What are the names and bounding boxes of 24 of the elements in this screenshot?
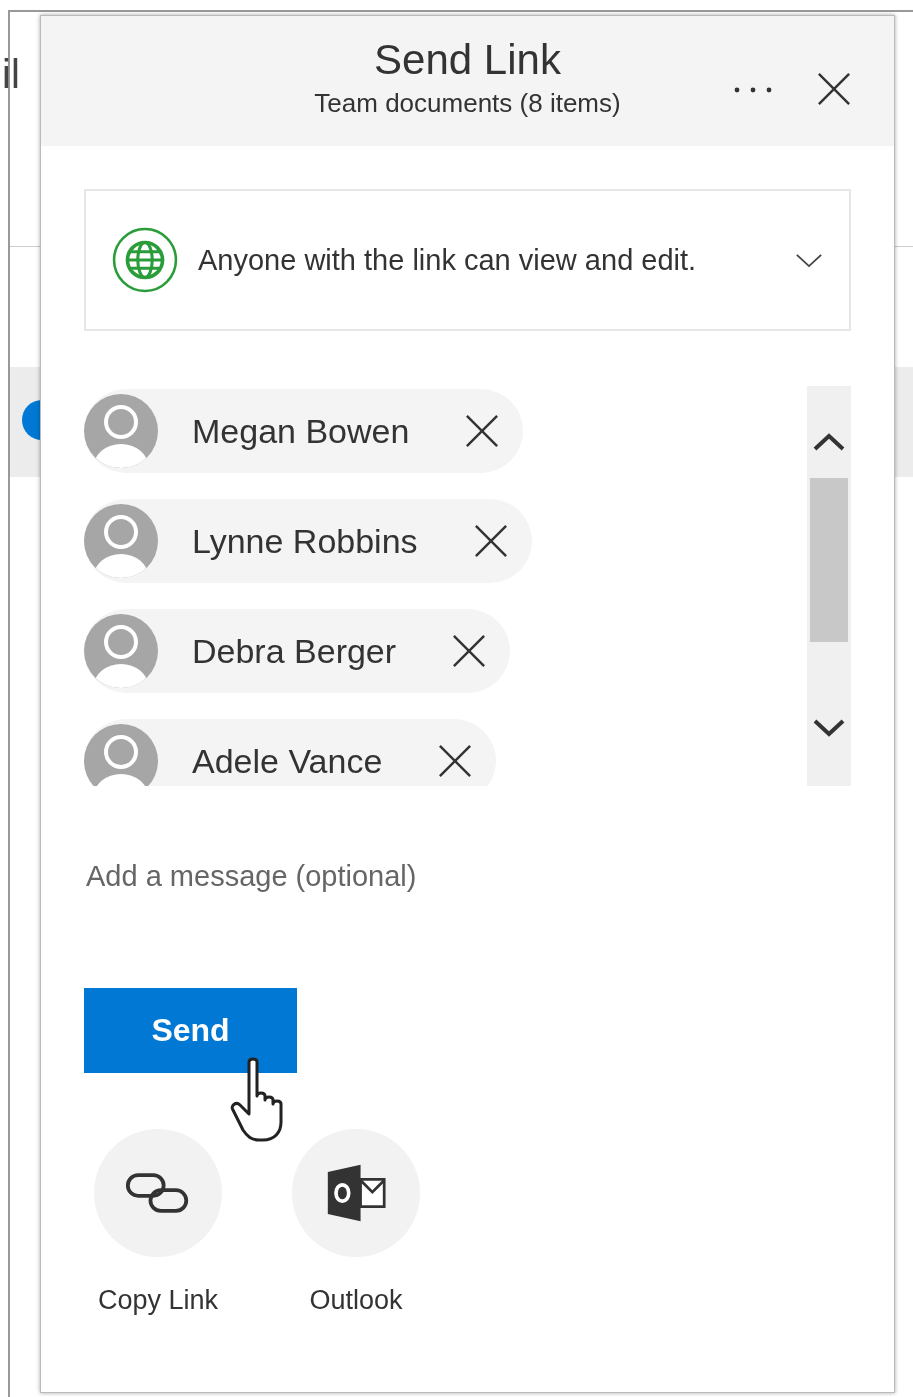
close-icon[interactable] <box>817 72 851 106</box>
remove-icon[interactable] <box>438 744 473 778</box>
remove-icon[interactable] <box>452 634 487 668</box>
more-icon[interactable] <box>733 86 773 94</box>
recipient-name: Lynne Robbins <box>192 521 418 561</box>
recipient-name: Megan Bowen <box>192 411 410 451</box>
scrollbar-thumb[interactable] <box>810 478 848 642</box>
share-option-label: Copy Link <box>97 1285 219 1316</box>
dialog-subtitle: Team documents (8 items) <box>314 87 621 119</box>
scroll-down-icon[interactable] <box>812 718 846 738</box>
recipient-name: Adele Vance <box>192 741 383 781</box>
message-field[interactable]: Add a message (optional) <box>84 856 851 896</box>
dialog-title: Send Link <box>374 35 561 84</box>
remove-icon[interactable] <box>465 414 500 448</box>
scroll-up-icon[interactable] <box>812 432 846 452</box>
share-option-label: Outlook <box>309 1285 403 1316</box>
background-text: il <box>2 52 20 97</box>
recipient-name: Debra Berger <box>192 631 397 671</box>
scrollbar[interactable] <box>807 386 851 786</box>
remove-icon[interactable] <box>473 524 508 558</box>
link-settings-dropdown[interactable]: Anyone with the link can view and edit. <box>84 189 851 331</box>
chevron-down-icon <box>795 252 823 268</box>
send-button[interactable]: Send <box>84 988 297 1073</box>
globe-icon <box>112 227 178 293</box>
